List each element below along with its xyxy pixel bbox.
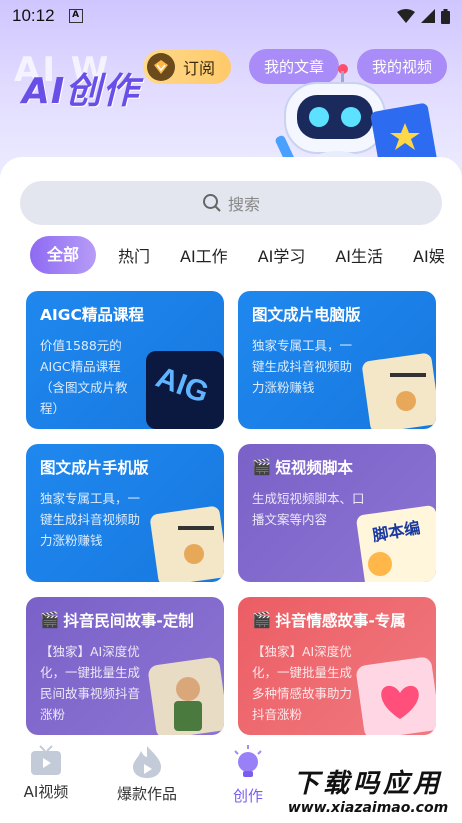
flame-icon: [133, 746, 161, 778]
category-tabs: 全部 热门 AI工作 AI学习 AI生活 AI娱: [30, 236, 462, 274]
card-desc: 独家专属工具，一键生成抖音视频助力涨粉赚钱: [40, 491, 141, 548]
watermark-logo: 下载吗应用 www.xiazaimao.com: [276, 758, 460, 820]
card-desc: 价值1588元的AIGC精品课程（含图文成片教程）: [40, 338, 128, 416]
watermark-url: www.xiazaimao.com: [287, 799, 449, 816]
tab-all[interactable]: 全部: [30, 236, 96, 274]
tab-hot[interactable]: 热门: [118, 243, 150, 267]
folk-story-thumbnail-image: [148, 657, 224, 735]
subscribe-label: 订阅: [183, 59, 216, 78]
card-title-row: 🎬 短视频脚本: [252, 456, 422, 478]
status-time: 10:12: [12, 6, 55, 25]
search-icon: [202, 194, 221, 212]
page-title: AI创作: [22, 71, 140, 112]
status-bar: 10:12 A: [0, 0, 462, 32]
card-title-row: 🎬 抖音民间故事-定制: [40, 609, 210, 631]
vip-badge-icon: [147, 53, 175, 81]
card-title: 抖音民间故事-定制: [63, 612, 194, 630]
subscribe-button[interactable]: 订阅: [143, 50, 231, 84]
book-thumbnail-image: [362, 353, 436, 429]
nav-item-hot-works[interactable]: 爆款作品: [92, 737, 202, 823]
nav-label: 爆款作品: [116, 785, 177, 803]
tab-ai-life[interactable]: AI生活: [335, 243, 383, 267]
clapperboard-icon: 🎬: [40, 611, 60, 629]
card-title: 图文成片手机版: [40, 459, 149, 477]
content-panel: 搜索 全部 热门 AI工作 AI学习 AI生活 AI娱 AIGC精品课程 价值1…: [0, 157, 462, 737]
tv-icon: [31, 745, 61, 775]
nav-item-ai-video[interactable]: AI视频: [0, 737, 92, 823]
bulb-icon: [234, 745, 262, 777]
card-folk-story[interactable]: 🎬 抖音民间故事-定制 【独家】AI深度优化，一键批量生成民间故事视频抖音涨粉: [26, 597, 224, 735]
tab-ai-work[interactable]: AI工作: [180, 243, 228, 267]
nav-label: 创作: [232, 787, 263, 805]
nav-label: AI视频: [23, 783, 69, 801]
wifi-icon: [397, 9, 415, 23]
card-title: 抖音情感故事-专属: [275, 612, 406, 630]
book-thumbnail-image: [150, 506, 224, 582]
card-short-video-script[interactable]: 🎬 短视频脚本 生成短视频脚本、口播文案等内容 脚本编: [238, 444, 436, 582]
battery-icon: [441, 8, 450, 24]
card-title: AIGC精品课程: [40, 306, 144, 324]
card-desc: 【独家】AI深度优化，一键批量生成民间故事视频抖音涨粉: [40, 644, 141, 722]
card-title: 图文成片电脑版: [252, 306, 361, 324]
tab-ai-study[interactable]: AI学习: [258, 243, 306, 267]
tab-ai-entertainment[interactable]: AI娱: [413, 243, 445, 267]
card-desc: 独家专属工具，一键生成抖音视频助力涨粉赚钱: [252, 338, 353, 395]
card-title: 短视频脚本: [275, 459, 353, 477]
clapperboard-icon: 🎬: [252, 458, 272, 476]
card-emotion-story[interactable]: 🎬 抖音情感故事-专属 【独家】AI深度优化，一键批量生成多种情感故事助力抖音涨…: [238, 597, 436, 735]
watermark-text: 下载吗应用: [292, 768, 443, 799]
card-graphic-video-mobile[interactable]: 图文成片手机版 独家专属工具，一键生成抖音视频助力涨粉赚钱: [26, 444, 224, 582]
notification-icon: A: [68, 9, 83, 23]
card-aigc-course[interactable]: AIGC精品课程 价值1588元的AIGC精品课程（含图文成片教程） AIG: [26, 291, 224, 429]
status-icons: [397, 8, 450, 24]
search-placeholder: 搜索: [227, 195, 260, 214]
clapperboard-icon: 🎬: [252, 611, 272, 629]
heart-thumbnail-image: [356, 657, 436, 735]
script-thumbnail-image: 脚本编: [350, 504, 436, 582]
aigc-thumbnail-image: AIG: [146, 351, 224, 429]
card-title-row: 🎬 抖音情感故事-专属: [252, 609, 422, 631]
card-graphic-video-pc[interactable]: 图文成片电脑版 独家专属工具，一键生成抖音视频助力涨粉赚钱: [238, 291, 436, 429]
signal-icon: [421, 9, 435, 23]
search-bar[interactable]: 搜索: [20, 181, 442, 225]
card-desc: 【独家】AI深度优化，一键批量生成多种情感故事助力抖音涨粉: [252, 644, 353, 722]
